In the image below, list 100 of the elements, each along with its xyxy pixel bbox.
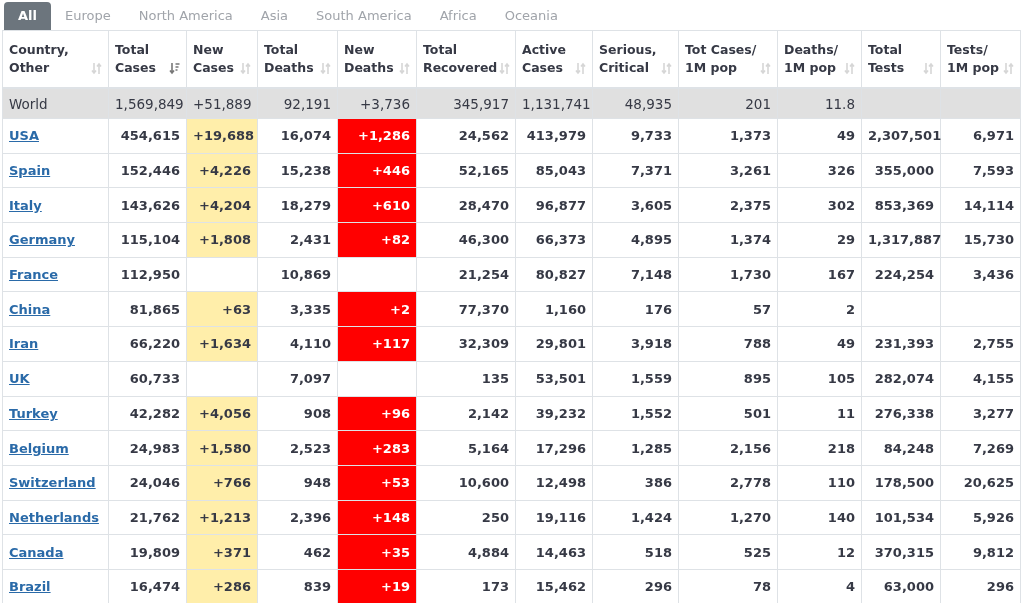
- country-link[interactable]: Spain: [9, 163, 51, 179]
- cell-value: 20,625: [963, 475, 1014, 491]
- cell-value: 1,374: [729, 232, 771, 248]
- country-link[interactable]: France: [9, 267, 58, 283]
- cell-value: +4,056: [199, 405, 251, 421]
- country-link[interactable]: Iran: [9, 336, 39, 352]
- cell-value: 201: [745, 95, 771, 112]
- cell-value: 2,375: [729, 197, 771, 213]
- cell-value: +2: [390, 301, 410, 317]
- cell-value: 3,277: [972, 405, 1014, 421]
- cell-value: 19,116: [535, 509, 586, 525]
- column-label: Active Cases: [522, 41, 566, 77]
- cell-value: 10,600: [458, 475, 509, 491]
- country-link[interactable]: Switzerland: [9, 475, 96, 491]
- cell-value: 3,261: [729, 163, 771, 179]
- cell-value: 11: [836, 405, 855, 421]
- cell-value: +19: [381, 579, 410, 595]
- cell-value: +3,736: [360, 95, 410, 112]
- cell-value: 66,220: [129, 336, 180, 352]
- cell-value: 96,877: [535, 197, 586, 213]
- cell-value: +96: [381, 405, 410, 421]
- country-link[interactable]: Belgium: [9, 440, 69, 456]
- cell-value: 16,074: [280, 128, 331, 144]
- cell-value: 24,983: [129, 440, 180, 456]
- cell-value: +1,286: [358, 128, 410, 144]
- cell-value: 2,307,501: [868, 128, 942, 144]
- cell-value: +283: [371, 440, 410, 456]
- cell-value: 2,778: [729, 475, 771, 491]
- cell-value: 3,918: [630, 336, 672, 352]
- cell-value: 16,474: [129, 579, 180, 595]
- cell-value: 895: [743, 371, 771, 387]
- country-link[interactable]: Canada: [9, 544, 64, 560]
- cell-value: +286: [212, 579, 251, 595]
- column-label: New Cases: [193, 41, 234, 77]
- country-link[interactable]: Italy: [9, 197, 42, 213]
- cell-value: 224,254: [874, 267, 934, 283]
- column-label: Total Cases: [115, 41, 156, 77]
- cell-value: +51,889: [193, 95, 252, 112]
- column-label: Total Recovered: [423, 41, 498, 77]
- cell-value: +82: [381, 232, 410, 248]
- sort-icon[interactable]: [169, 62, 180, 75]
- cell-value: 948: [303, 475, 331, 491]
- cell-value: World: [9, 95, 48, 112]
- column-label: Total Tests: [868, 41, 905, 77]
- cell-value: 49: [836, 128, 855, 144]
- cell-value: 5,926: [972, 509, 1014, 525]
- cell-value: 32,309: [458, 336, 509, 352]
- cell-value: 7,148: [630, 267, 672, 283]
- cell-value: 908: [303, 405, 331, 421]
- cell-value: 462: [303, 544, 331, 560]
- cell-value: 15,730: [963, 232, 1014, 248]
- cell-value: +371: [212, 544, 251, 560]
- cell-value: 4,110: [289, 336, 331, 352]
- cell-value: 140: [827, 509, 855, 525]
- country-link[interactable]: Germany: [9, 232, 75, 248]
- country-link[interactable]: USA: [9, 128, 39, 144]
- column-label: Deaths/ 1M pop: [784, 41, 839, 77]
- cell-value: 29: [836, 232, 855, 248]
- cell-value: 370,315: [874, 544, 934, 560]
- cell-value: 1,730: [729, 267, 771, 283]
- cell-value: 178,500: [874, 475, 934, 491]
- cell-value: 250: [481, 509, 509, 525]
- cell-value: +19,688: [193, 128, 255, 144]
- country-link[interactable]: Netherlands: [9, 509, 99, 525]
- cell-value: 57: [752, 301, 771, 317]
- cell-value: +35: [381, 544, 410, 560]
- cell-value: 1,552: [630, 405, 672, 421]
- cell-value: 518: [644, 544, 672, 560]
- country-link[interactable]: China: [9, 301, 51, 317]
- cell-value: 6,971: [972, 128, 1014, 144]
- cell-value: 15,462: [535, 579, 586, 595]
- country-link[interactable]: Turkey: [9, 405, 58, 421]
- cell-value: 839: [303, 579, 331, 595]
- column-label: Total Deaths: [264, 41, 314, 77]
- cell-value: +766: [212, 475, 251, 491]
- cell-value: 19,809: [129, 544, 180, 560]
- cell-value: 92,191: [283, 95, 331, 112]
- cell-value: 110: [827, 475, 855, 491]
- cell-value: 1,373: [729, 128, 771, 144]
- cell-value: 85,043: [535, 163, 586, 179]
- country-link[interactable]: UK: [9, 371, 30, 387]
- country-link[interactable]: Brazil: [9, 579, 51, 595]
- cell-value: 2,142: [467, 405, 509, 421]
- cell-value: 9,812: [972, 544, 1014, 560]
- column-label: Country, Other: [9, 41, 69, 77]
- cell-value: 282,074: [874, 371, 934, 387]
- cell-value: 78: [752, 579, 771, 595]
- cell-value: 63,000: [883, 579, 934, 595]
- region-tab[interactable]: All: [4, 2, 51, 30]
- cell-value: 2,523: [289, 440, 331, 456]
- cell-value: 11.8: [824, 95, 855, 112]
- cell-value: 788: [743, 336, 771, 352]
- column-label: Serious, Critical: [599, 41, 657, 77]
- cell-value: 15,238: [280, 163, 331, 179]
- cell-value: 3,605: [630, 197, 672, 213]
- cell-value: 3,335: [289, 301, 331, 317]
- cell-value: 1,569,849: [115, 95, 184, 112]
- cell-value: 386: [644, 475, 672, 491]
- cell-value: 10,869: [280, 267, 331, 283]
- cell-value: 18,279: [280, 197, 331, 213]
